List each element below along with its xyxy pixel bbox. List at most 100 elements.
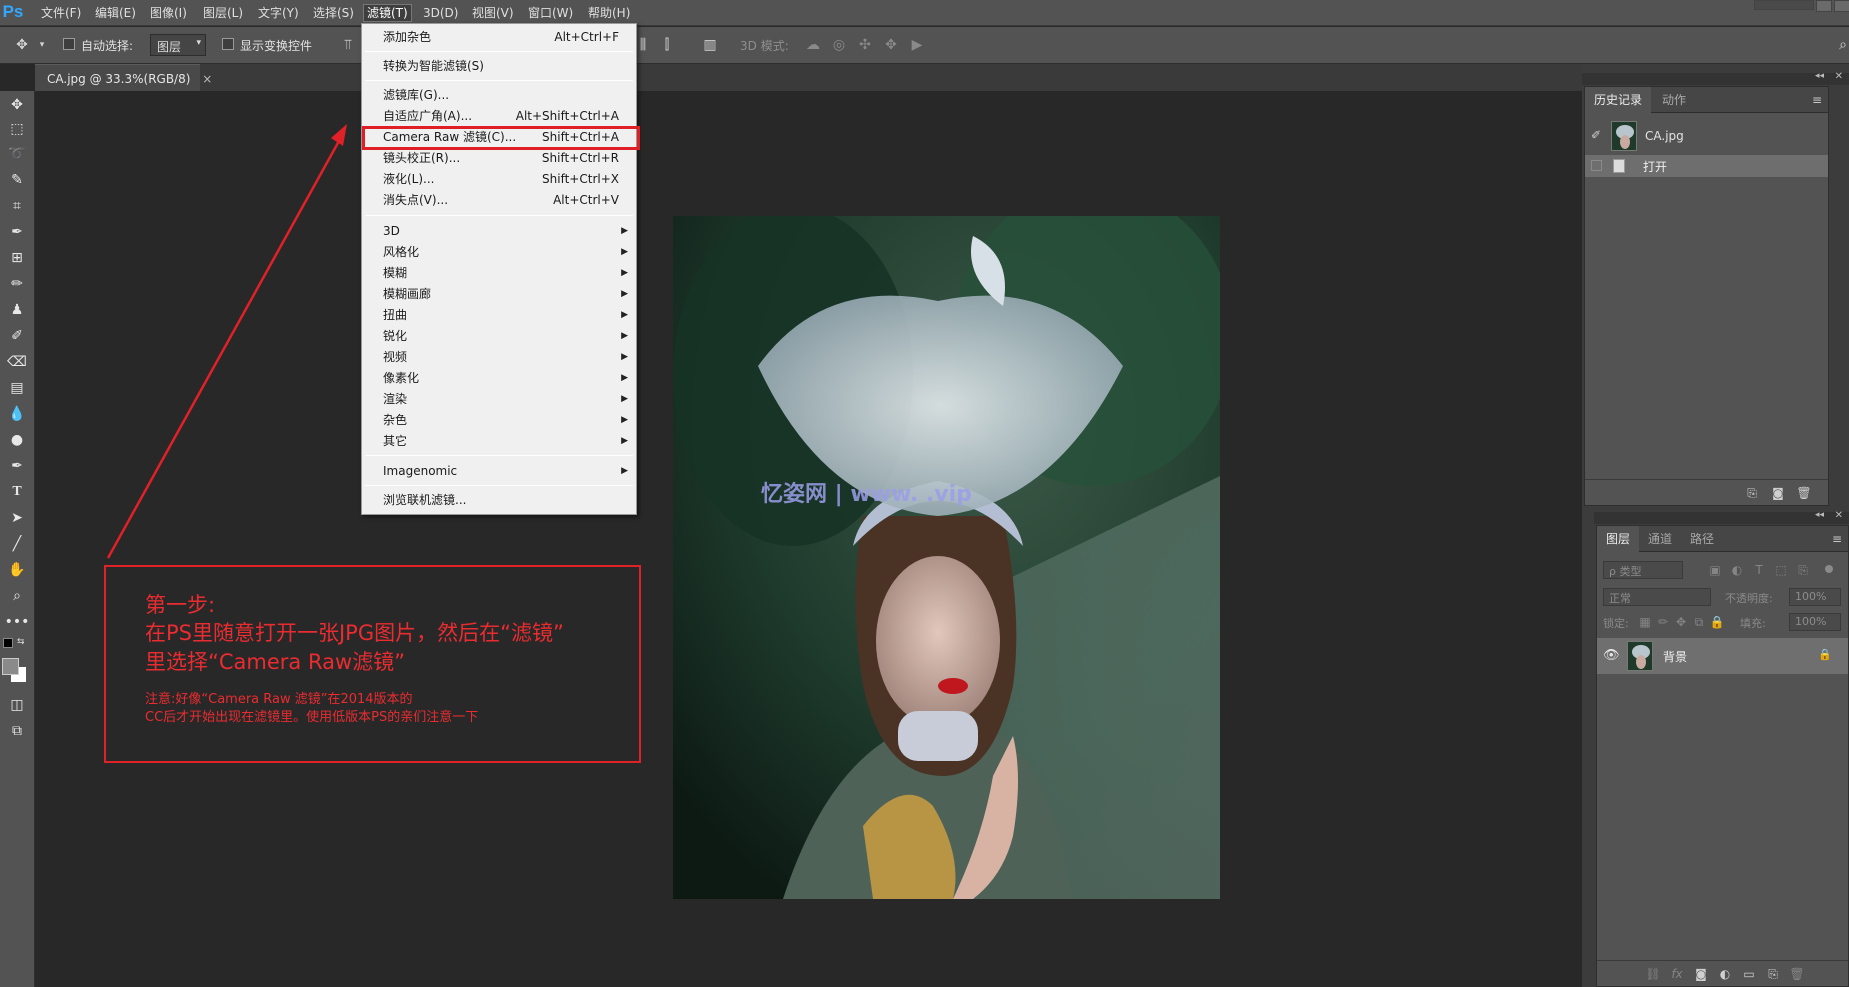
add-mask-icon[interactable]: ◙ [1693,967,1709,981]
default-colors-icon[interactable] [3,638,13,648]
new-group-folder-icon[interactable]: ▭ [1741,967,1757,981]
healing-brush-tool-icon[interactable]: ⊞ [4,247,30,269]
adjustment-layer-icon[interactable]: ◐ [1717,967,1733,981]
link-layers-icon[interactable]: ⛓ [1645,967,1661,981]
lock-position-icon[interactable]: ✥ [1673,615,1689,629]
move-tool-preset-icon[interactable]: ✥ [14,37,30,53]
filter-pixel-icon[interactable]: ▣ [1707,563,1723,577]
panel-menu-icon[interactable]: ≡ [1832,532,1842,546]
auto-select-checkbox[interactable] [63,38,75,50]
history-brush-tool-icon[interactable]: ✐ [4,325,30,347]
workspace-switcher[interactable] [1754,0,1814,10]
menu-item-blur[interactable]: 模糊 ▶ [362,263,636,284]
brush-tool-icon[interactable]: ✏ [4,273,30,295]
marquee-tool-icon[interactable]: ⬚ [4,118,30,140]
menu-item-filter-gallery[interactable]: 滤镜库(G)... [362,85,636,106]
swap-colors-icon[interactable]: ⇆ [17,637,27,647]
close-panel-icon[interactable]: ✕ [1835,510,1843,521]
3d-slide-icon[interactable]: ✥ [883,37,899,53]
lock-all-icon[interactable]: 🔒 [1709,615,1725,629]
quick-mask-icon[interactable]: ◫ [4,694,30,716]
filter-type-icon[interactable]: T [1751,563,1767,577]
filter-toggle-icon[interactable] [1825,565,1833,573]
menu-item-other[interactable]: 其它 ▶ [362,431,636,452]
menu-item-blur-gallery[interactable]: 模糊画廊 ▶ [362,284,636,305]
tab-paths[interactable]: 路径 [1681,526,1723,552]
3d-pan-icon[interactable]: ✣ [857,37,873,53]
menu-type[interactable]: 文字(Y) [255,4,302,22]
dodge-tool-icon[interactable]: ● [4,429,30,451]
collapse-icon[interactable]: ◂◂ [1815,71,1824,81]
menu-item-imagenomic[interactable]: Imagenomic ▶ [362,461,636,482]
trash-icon[interactable]: 🗑 [1789,967,1805,981]
tab-channels[interactable]: 通道 [1639,526,1681,552]
quick-selection-tool-icon[interactable]: ✎ [4,169,30,191]
type-tool-icon[interactable]: T [4,481,30,503]
photoshop-logo[interactable]: Ps [0,0,26,26]
distribute-icon[interactable]: ⫼ [635,37,651,53]
fill-field[interactable]: 100% [1789,613,1841,631]
menu-image[interactable]: 图像(I) [147,4,190,22]
history-brush-source-icon[interactable]: ✐ [1591,128,1601,142]
filter-shape-icon[interactable]: ⬚ [1773,563,1789,577]
show-transform-controls-checkbox[interactable] [222,38,234,50]
menu-item-stylize[interactable]: 风格化 ▶ [362,242,636,263]
eyedropper-tool-icon[interactable]: ✒ [4,221,30,243]
blur-tool-icon[interactable]: 💧 [4,403,30,425]
menu-3d[interactable]: 3D(D) [420,4,461,22]
close-tab-icon[interactable]: × [202,72,212,86]
menu-item-video[interactable]: 视频 ▶ [362,347,636,368]
close-panel-icon[interactable]: ✕ [1835,71,1843,82]
more-tools-icon[interactable]: ••• [4,611,30,633]
filter-adjustment-icon[interactable]: ◐ [1729,563,1745,577]
menu-item-pixelate[interactable]: 像素化 ▶ [362,368,636,389]
maximize-button[interactable] [1834,0,1849,12]
menu-item-browse-filters-online[interactable]: 浏览联机滤镜... [362,490,636,511]
menu-view[interactable]: 视图(V) [469,4,517,22]
blend-mode-dropdown[interactable]: 正常 [1603,588,1711,606]
menu-window[interactable]: 窗口(W) [525,4,576,22]
clone-stamp-tool-icon[interactable]: ♟ [4,299,30,321]
move-tool-icon[interactable]: ✥ [4,94,30,116]
search-icon[interactable]: ⌕ [1835,37,1849,53]
3d-roll-icon[interactable]: ◎ [831,37,847,53]
chevron-down-icon[interactable]: ▾ [34,37,50,53]
layer-style-fx-icon[interactable]: fx [1669,967,1685,981]
menu-item-distort[interactable]: 扭曲 ▶ [362,305,636,326]
lock-image-pixels-icon[interactable]: ✏ [1655,615,1671,629]
menu-item-noise[interactable]: 杂色 ▶ [362,410,636,431]
menu-help[interactable]: 帮助(H) [585,4,633,22]
opacity-field[interactable]: 100% [1789,588,1841,606]
auto-align-icon[interactable]: ▥ [702,37,718,53]
filter-smart-object-icon[interactable]: ⎘ [1795,563,1811,577]
line-tool-icon[interactable]: ╱ [4,533,30,555]
pen-tool-icon[interactable]: ✒ [4,455,30,477]
lock-transparent-pixels-icon[interactable]: ▦ [1637,615,1653,629]
new-layer-icon[interactable]: ⎘ [1765,967,1781,981]
menu-item-sharpen[interactable]: 锐化 ▶ [362,326,636,347]
document-tab[interactable]: CA.jpg @ 33.3%(RGB/8) × [35,64,212,91]
gradient-tool-icon[interactable]: ▤ [4,377,30,399]
layer-filter-type-dropdown[interactable]: ρ 类型 [1603,561,1683,579]
auto-select-target-dropdown[interactable]: 图层 ▾ [150,34,206,56]
menu-edit[interactable]: 编辑(E) [92,4,139,22]
minimize-button[interactable] [1816,0,1832,12]
tab-actions[interactable]: 动作 [1653,87,1695,113]
new-document-from-state-icon[interactable]: ⎘ [1744,486,1760,500]
menu-item-vanishing-point[interactable]: 消失点(V)... Alt+Ctrl+V [362,190,636,211]
3d-scale-icon[interactable]: ▶ [909,37,925,53]
lasso-tool-icon[interactable]: ➰ [4,143,30,165]
tab-history[interactable]: 历史记录 [1585,87,1652,113]
tab-layers[interactable]: 图层 [1597,526,1640,552]
zoom-tool-icon[interactable]: ⌕ [4,585,30,607]
lock-artboard-icon[interactable]: ⧉ [1691,615,1707,629]
path-selection-tool-icon[interactable]: ➤ [4,507,30,529]
crop-tool-icon[interactable]: ⌗ [4,195,30,217]
menu-item-adaptive-wide-angle[interactable]: 自适应广角(A)... Alt+Shift+Ctrl+A [362,106,636,127]
hand-tool-icon[interactable]: ✋ [4,559,30,581]
panel-menu-icon[interactable]: ≡ [1812,93,1822,107]
menu-item-convert-smart-filters[interactable]: 转换为智能滤镜(S) [362,56,636,77]
menu-item-lens-correction[interactable]: 镜头校正(R)... Shift+Ctrl+R [362,148,636,169]
history-snapshot-row[interactable]: ✐ CA.jpg [1585,119,1828,153]
menu-item-3d[interactable]: 3D ▶ [362,221,636,242]
